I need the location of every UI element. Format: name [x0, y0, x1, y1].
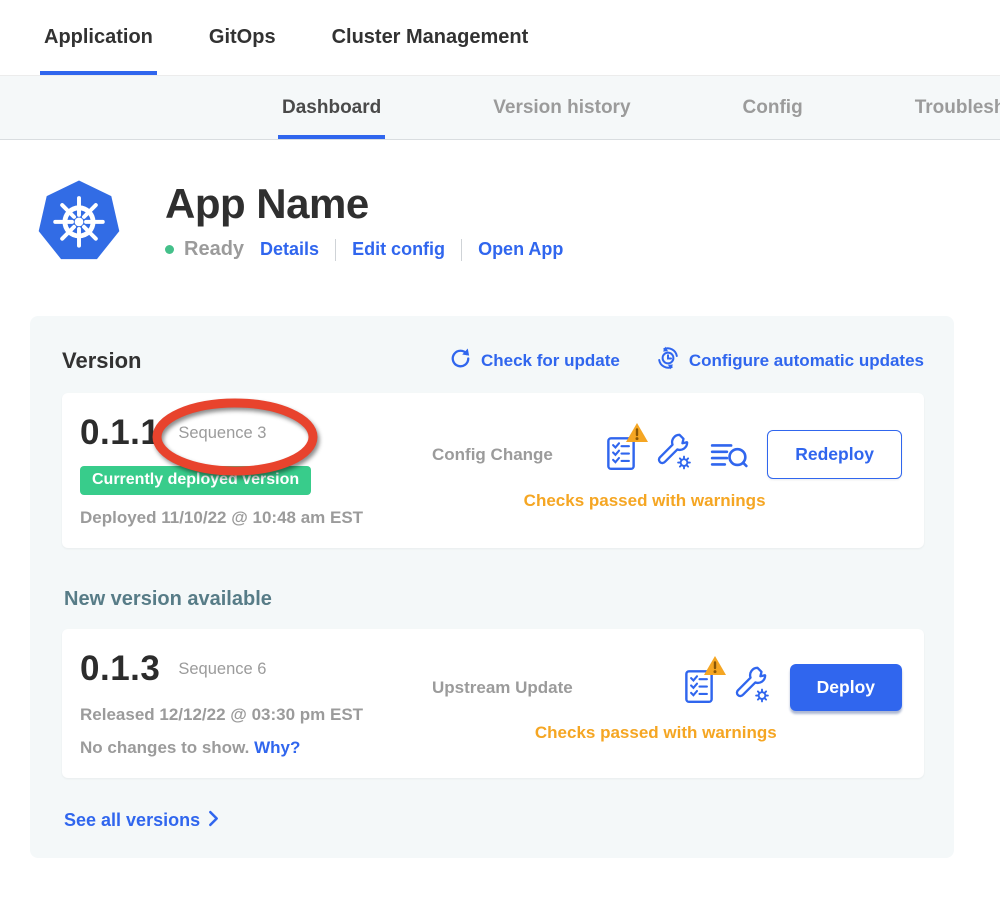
- primary-nav: Application GitOps Cluster Management: [0, 0, 1000, 76]
- edit-config-wrench-icon[interactable]: [654, 432, 694, 477]
- see-all-versions-link[interactable]: See all versions: [64, 808, 219, 832]
- schedule-update-icon: [656, 346, 689, 375]
- version-icon-row: [666, 665, 772, 710]
- tab-version-history[interactable]: Version history: [489, 76, 634, 139]
- warning-triangle-icon: [625, 422, 649, 448]
- version-panel: Version Check for update: [30, 316, 954, 858]
- chevron-right-icon: [200, 808, 219, 832]
- current-version-info: 0.1.1 Sequence 3 Currently deployed vers…: [80, 413, 432, 528]
- secondary-nav: Dashboard Version history Config Trouble…: [0, 76, 1000, 140]
- refresh-icon: [449, 347, 481, 375]
- version-panel-header: Version Check for update: [62, 346, 924, 375]
- checks-warning-text: Checks passed with warnings: [432, 491, 767, 511]
- preflight-checks-icon[interactable]: [603, 432, 639, 477]
- deployed-badge: Currently deployed version: [80, 466, 311, 495]
- app-header: App Name Ready Details Edit config Open …: [35, 176, 1000, 266]
- available-version-actions: Upstream Update: [432, 664, 902, 743]
- version-heading: Version: [62, 348, 141, 374]
- see-all-versions-label: See all versions: [64, 810, 200, 831]
- app-status: Ready: [184, 238, 244, 261]
- details-link[interactable]: Details: [260, 239, 319, 260]
- available-version-number: 0.1.3: [80, 649, 160, 689]
- configure-automatic-updates-link[interactable]: Configure automatic updates: [656, 346, 924, 375]
- edit-config-wrench-icon[interactable]: [732, 665, 772, 710]
- nav-tab-cluster-management[interactable]: Cluster Management: [328, 0, 533, 75]
- check-for-update-link[interactable]: Check for update: [449, 347, 620, 375]
- divider: [461, 239, 462, 261]
- divider: [335, 239, 336, 261]
- check-for-update-label: Check for update: [481, 351, 620, 371]
- app-status-row: Ready Details Edit config Open App: [165, 238, 563, 261]
- current-version-number: 0.1.1: [80, 413, 160, 453]
- status-dot: [165, 245, 174, 254]
- preflight-checks-icon[interactable]: [681, 665, 717, 710]
- redeploy-button[interactable]: Redeploy: [767, 430, 902, 479]
- main-content: App Name Ready Details Edit config Open …: [0, 176, 1000, 858]
- tab-troubleshoot[interactable]: Troubleshoot: [911, 76, 1000, 139]
- version-source-label: Upstream Update: [432, 678, 573, 698]
- tab-config[interactable]: Config: [739, 76, 807, 139]
- version-source-label: Config Change: [432, 445, 553, 465]
- kubernetes-logo-icon: [35, 176, 123, 266]
- deploy-button[interactable]: Deploy: [790, 664, 902, 711]
- edit-config-link[interactable]: Edit config: [352, 239, 445, 260]
- deployed-timestamp: Deployed 11/10/22 @ 10:48 am EST: [80, 508, 432, 528]
- open-app-link[interactable]: Open App: [478, 239, 563, 260]
- warning-triangle-icon: [703, 655, 727, 681]
- new-version-heading: New version available: [64, 588, 924, 611]
- available-sequence-label: Sequence 6: [178, 660, 266, 678]
- released-timestamp: Released 12/12/22 @ 03:30 pm EST: [80, 705, 432, 725]
- version-icon-row: [588, 432, 749, 477]
- why-link[interactable]: Why?: [254, 738, 300, 757]
- view-files-icon[interactable]: [709, 440, 749, 477]
- nav-tab-gitops[interactable]: GitOps: [205, 0, 280, 75]
- page-title: App Name: [165, 180, 563, 228]
- tab-dashboard[interactable]: Dashboard: [278, 76, 385, 139]
- current-version-card: 0.1.1 Sequence 3 Currently deployed vers…: [62, 393, 924, 548]
- no-changes-text: No changes to show. Why?: [80, 738, 432, 758]
- available-version-info: 0.1.3 Sequence 6 Released 12/12/22 @ 03:…: [80, 649, 432, 758]
- no-changes-label: No changes to show.: [80, 738, 249, 757]
- configure-automatic-updates-label: Configure automatic updates: [689, 351, 924, 371]
- current-sequence-label: Sequence 3: [178, 424, 266, 442]
- version-actions: Check for update: [413, 346, 924, 375]
- checks-warning-text: Checks passed with warnings: [432, 723, 790, 743]
- available-version-card: 0.1.3 Sequence 6 Released 12/12/22 @ 03:…: [62, 629, 924, 778]
- current-version-actions: Config Change: [432, 430, 902, 511]
- nav-tab-application[interactable]: Application: [40, 0, 157, 75]
